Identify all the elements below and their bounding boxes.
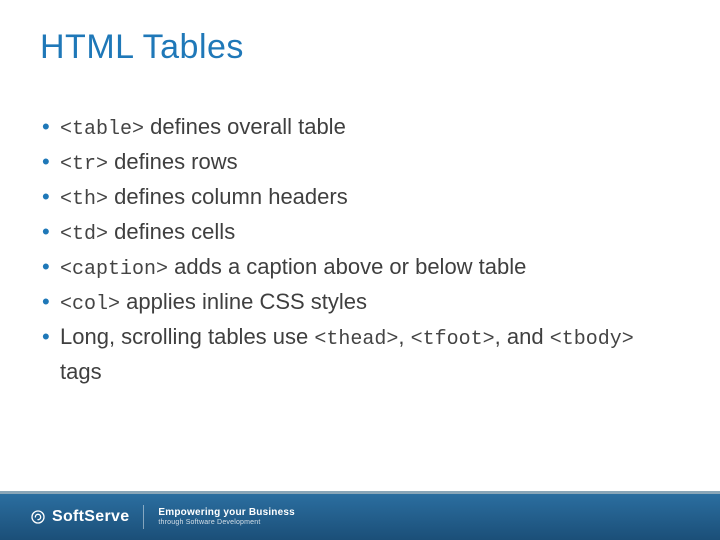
bullet-list: <table> defines overall table <tr> defin… bbox=[42, 110, 680, 389]
list-item: <col> applies inline CSS styles bbox=[42, 285, 680, 320]
footer-divider bbox=[143, 505, 144, 529]
bullet-text: defines overall table bbox=[144, 114, 346, 139]
code-tag: <tfoot> bbox=[411, 328, 495, 351]
bullet-text: tags bbox=[60, 359, 102, 384]
brand-tagline: Empowering your Business through Softwar… bbox=[158, 508, 295, 526]
code-tag: <table> bbox=[60, 118, 144, 141]
footer: SoftServe Empowering your Business throu… bbox=[0, 494, 720, 540]
slide: HTML Tables <table> defines overall tabl… bbox=[0, 0, 720, 540]
code-tag: <tr> bbox=[60, 153, 108, 176]
bullet-text: , and bbox=[495, 324, 550, 349]
bullet-text: defines rows bbox=[108, 149, 238, 174]
code-tag: <td> bbox=[60, 223, 108, 246]
bullet-text: defines column headers bbox=[108, 184, 348, 209]
bullet-text: adds a caption above or below table bbox=[168, 254, 526, 279]
code-tag: <th> bbox=[60, 188, 108, 211]
bullet-text: , bbox=[398, 324, 410, 349]
code-tag: <thead> bbox=[314, 328, 398, 351]
list-item: <table> defines overall table bbox=[42, 110, 680, 145]
logo-icon bbox=[30, 509, 46, 525]
code-tag: <caption> bbox=[60, 258, 168, 281]
code-tag: <tbody> bbox=[550, 328, 634, 351]
code-tag: <col> bbox=[60, 293, 120, 316]
bullet-text: defines cells bbox=[108, 219, 235, 244]
list-item: Long, scrolling tables use <thead>, <tfo… bbox=[42, 320, 680, 389]
bullet-text: Long, scrolling tables use bbox=[60, 324, 314, 349]
list-item: <tr> defines rows bbox=[42, 145, 680, 180]
bullet-text: applies inline CSS styles bbox=[120, 289, 367, 314]
tagline-main: Empowering your Business bbox=[158, 508, 295, 519]
brand-name: SoftServe bbox=[52, 508, 129, 526]
list-item: <caption> adds a caption above or below … bbox=[42, 250, 680, 285]
list-item: <td> defines cells bbox=[42, 215, 680, 250]
tagline-sub: through Software Development bbox=[158, 519, 295, 526]
slide-title: HTML Tables bbox=[40, 28, 244, 67]
brand-logo: SoftServe bbox=[30, 508, 129, 526]
slide-content: <table> defines overall table <tr> defin… bbox=[42, 110, 680, 389]
list-item: <th> defines column headers bbox=[42, 180, 680, 215]
